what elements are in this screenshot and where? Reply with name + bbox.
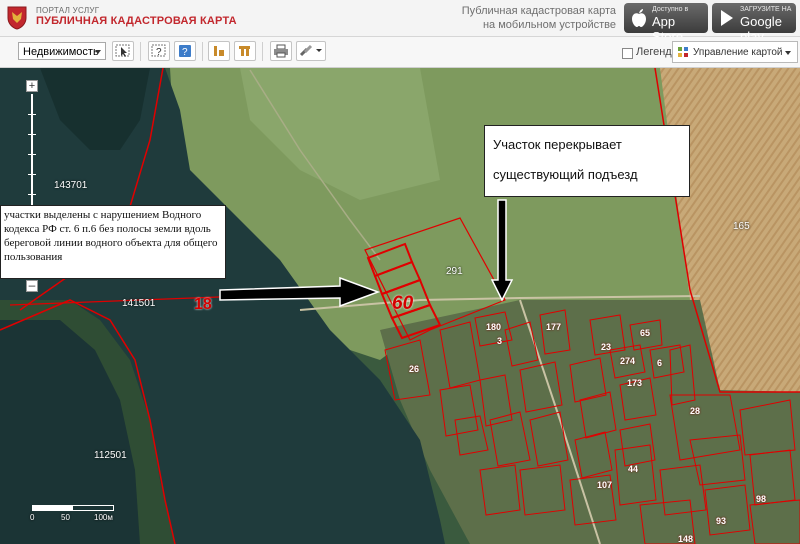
parcel-label-112501[interactable]: 112501 bbox=[94, 450, 127, 461]
mobile-promo-line1: Публичная кадастровая карта bbox=[461, 5, 616, 17]
parcel-label-165[interactable]: 165 bbox=[733, 221, 750, 232]
header: ПОРТАЛ УСЛУГ ПУБЛИЧНАЯ КАДАСТРОВАЯ КАРТА… bbox=[0, 0, 800, 44]
mobile-promo-text: Публичная кадастровая карта на мобильном… bbox=[440, 4, 616, 32]
zoom-out-button[interactable]: – bbox=[26, 279, 38, 292]
parcel-label-148[interactable]: 148 bbox=[678, 534, 693, 544]
ruler-icon bbox=[214, 46, 224, 56]
zoom-tick bbox=[28, 114, 36, 115]
measure-distance-button[interactable] bbox=[208, 41, 230, 61]
zoom-tick bbox=[28, 174, 36, 175]
scale-label-zero: 0 bbox=[30, 513, 35, 522]
parcel-label-180[interactable]: 180 bbox=[486, 322, 501, 332]
access-road-callout: Участок перекрывает существующий подъезд bbox=[484, 125, 690, 197]
parcel-label-173[interactable]: 173 bbox=[627, 378, 642, 388]
map-control-label: Управление картой bbox=[693, 47, 783, 58]
link-chain-icon bbox=[299, 44, 322, 57]
parcel-label-291[interactable]: 291 bbox=[446, 266, 463, 277]
toolbar: Недвижимость ? ? Легенда Управление карт… bbox=[0, 37, 800, 68]
zoom-tick bbox=[28, 194, 36, 195]
google-play-small-text: ЗАГРУЗИТЕ НА bbox=[740, 6, 792, 13]
access-road-callout-line1: Участок перекрывает bbox=[493, 137, 622, 152]
identify-question-icon: ? bbox=[151, 44, 166, 58]
parcel-label-65[interactable]: 65 bbox=[640, 328, 650, 338]
svg-text:?: ? bbox=[156, 47, 162, 58]
parcel-label-3[interactable]: 3 bbox=[497, 336, 502, 346]
google-play-icon bbox=[721, 10, 733, 26]
info-question-icon: ? bbox=[179, 45, 191, 58]
annotation-number-60: 60 bbox=[392, 293, 414, 314]
parcel-label-23[interactable]: 23 bbox=[601, 342, 611, 352]
printer-icon bbox=[274, 44, 288, 58]
parcel-label-6[interactable]: 6 bbox=[657, 358, 662, 368]
scale-label-hundred: 100м bbox=[94, 513, 113, 522]
chevron-down-icon bbox=[785, 51, 791, 55]
app-store-button[interactable]: Доступно в App Store bbox=[624, 3, 708, 44]
parcel-label-26[interactable]: 26 bbox=[409, 364, 419, 374]
chevron-down-icon bbox=[95, 50, 101, 54]
portal-subtitle: ПОРТАЛ УСЛУГ bbox=[36, 6, 100, 15]
toolbar-divider bbox=[140, 42, 141, 61]
legend-checkbox[interactable] bbox=[622, 48, 633, 59]
parcel-label-107[interactable]: 107 bbox=[597, 480, 612, 490]
link-button[interactable] bbox=[296, 41, 326, 61]
google-play-button[interactable]: ЗАГРУЗИТЕ НА Google play bbox=[712, 3, 796, 44]
app-store-small-text: Доступно в bbox=[652, 6, 689, 13]
toolbar-divider bbox=[202, 42, 203, 61]
access-road-callout-line2: существующий подъезд bbox=[493, 167, 638, 182]
scale-bar-segment bbox=[33, 506, 73, 510]
svg-text:?: ? bbox=[182, 47, 188, 58]
parcel-label-28[interactable]: 28 bbox=[690, 406, 700, 416]
apple-icon bbox=[632, 9, 646, 27]
zoom-tick bbox=[28, 154, 36, 155]
annotation-number-18: 18 bbox=[194, 296, 212, 313]
area-measure-icon bbox=[239, 46, 250, 56]
layer-select-value: Недвижимость bbox=[23, 46, 99, 58]
scale-label-fifty: 50 bbox=[61, 513, 70, 522]
violation-callout: участки выделены с нарушением Водного ко… bbox=[0, 205, 226, 279]
map-control-icon bbox=[678, 47, 688, 57]
zoom-in-button[interactable]: + bbox=[26, 80, 38, 92]
measure-area-button[interactable] bbox=[234, 41, 256, 61]
print-button[interactable] bbox=[270, 41, 292, 61]
cursor-select-icon bbox=[115, 44, 130, 57]
parcel-label-177[interactable]: 177 bbox=[546, 322, 561, 332]
identify-tool-button[interactable]: ? bbox=[148, 41, 170, 61]
parcel-label-44[interactable]: 44 bbox=[628, 464, 638, 474]
select-tool-button[interactable] bbox=[112, 41, 134, 61]
portal-title[interactable]: ПУБЛИЧНАЯ КАДАСТРОВАЯ КАРТА bbox=[36, 15, 237, 27]
toolbar-divider bbox=[262, 42, 263, 61]
parcel-label-93[interactable]: 93 bbox=[716, 516, 726, 526]
coat-of-arms-icon[interactable] bbox=[6, 4, 28, 30]
layer-select[interactable]: Недвижимость bbox=[18, 42, 106, 60]
parcel-label-98[interactable]: 98 bbox=[756, 494, 766, 504]
scale-bar-graphic bbox=[32, 505, 114, 511]
zoom-tick bbox=[28, 134, 36, 135]
mobile-promo-line2: на мобильном устройстве bbox=[482, 19, 616, 31]
map-control-dropdown[interactable]: Управление картой bbox=[672, 41, 798, 63]
parcel-label-274[interactable]: 274 bbox=[620, 356, 635, 366]
parcel-label-143701[interactable]: 143701 bbox=[54, 180, 87, 191]
parcel-label-141501[interactable]: 141501 bbox=[122, 298, 155, 309]
info-tool-button[interactable]: ? bbox=[174, 41, 196, 61]
